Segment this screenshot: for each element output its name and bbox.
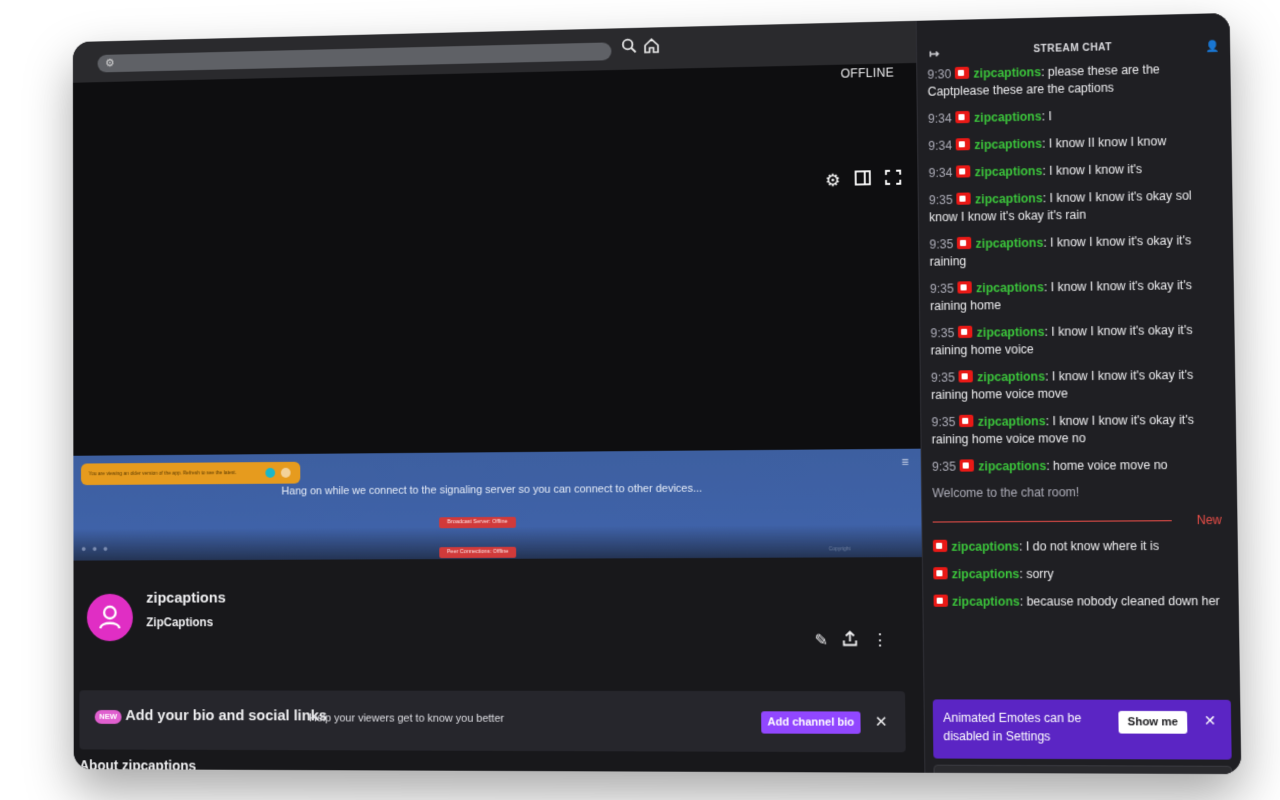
emote-banner-text: Animated Emotes can be disabled in Setti…: [943, 710, 1082, 744]
bio-prompt-help: Help your viewers get to know you better: [309, 712, 505, 725]
copyright-text: Copyright: [828, 546, 851, 553]
video-player[interactable]: OFFLINE You are viewing an older version…: [72, 62, 922, 561]
channel-name[interactable]: zipcaptions: [146, 590, 225, 607]
chat-message[interactable]: zipcaptions: sorry: [933, 565, 1225, 583]
channel-info-panel: zipcaptions ZipCaptions ✎ ⋮ NEW Add your…: [73, 557, 925, 774]
animated-emotes-banner: Animated Emotes can be disabled in Setti…: [932, 699, 1232, 760]
broadcaster-badge-icon: [959, 414, 974, 428]
broadcaster-badge-icon: [956, 192, 972, 205]
broadcaster-badge-icon: [958, 370, 974, 383]
embedded-app-frame: You are viewing an older version of the …: [73, 448, 922, 561]
broadcaster-badge-icon: [957, 236, 972, 250]
chat-message[interactable]: 9:35 zipcaptions: I know I know it's okay…: [929, 232, 1220, 271]
chat-message[interactable]: 9:35 zipcaptions: I know I know it's okay…: [930, 277, 1221, 316]
bio-prompt-card: NEW Add your bio and social links Help y…: [79, 690, 906, 753]
chat-input[interactable]: [933, 764, 1233, 775]
tune-icon[interactable]: ⚙: [105, 57, 114, 71]
chat-message[interactable]: 9:34 zipcaptions: I: [928, 105, 1218, 128]
hamburger-menu-icon[interactable]: ≡: [901, 455, 908, 469]
community-icon[interactable]: 👤: [1205, 40, 1220, 54]
address-bar[interactable]: ⚙: [97, 42, 612, 73]
chat-message[interactable]: zipcaptions: because nobody cleaned down…: [933, 593, 1226, 611]
broadcaster-badge-icon: [959, 459, 975, 472]
screenshot-stage: ⚙ _ ☐ ✕ OFFLINE You are viewing an older…: [0, 0, 1280, 800]
new-messages-divider: New: [932, 512, 1224, 529]
chat-message[interactable]: 9:30 zipcaptions: please these are the Ca…: [927, 60, 1217, 101]
chat-message[interactable]: 9:34 zipcaptions: I know I know it's: [929, 159, 1219, 182]
chat-message[interactable]: 9:34 zipcaptions: I know II know I know: [928, 132, 1218, 155]
close-icon[interactable]: ✕: [875, 713, 888, 731]
chat-title: STREAM CHAT: [1033, 42, 1112, 56]
social-icons: ●●●: [81, 543, 114, 554]
collapse-chat-icon[interactable]: ↦: [929, 46, 940, 60]
theatre-mode-icon[interactable]: [855, 170, 871, 190]
broadcast-status-pill: Broadcast Server: Offline: [439, 516, 516, 529]
stream-chat-panel: ↦ STREAM CHAT 👤 9:30 zipcaptions: please …: [915, 12, 1242, 775]
broadcaster-badge-icon: [958, 325, 973, 339]
broadcaster-badge-icon: [933, 567, 948, 580]
app-window: ⚙ _ ☐ ✕ OFFLINE You are viewing an older…: [72, 12, 1242, 775]
bio-prompt-title: Add your bio and social links: [125, 707, 327, 725]
broadcaster-badge-icon: [932, 539, 948, 552]
divider-line: [932, 520, 1172, 523]
add-channel-bio-button[interactable]: Add channel bio: [761, 711, 861, 734]
channel-actions: ✎ ⋮: [814, 630, 888, 651]
broadcaster-badge-icon: [933, 594, 948, 607]
refresh-icon[interactable]: [265, 467, 276, 478]
close-banner-icon[interactable]: [280, 467, 291, 478]
channel-display-name: ZipCaptions: [146, 615, 214, 630]
broadcaster-badge-icon: [956, 138, 971, 151]
broadcaster-badge-icon: [955, 110, 971, 124]
old-version-text: You are viewing an older version of the …: [88, 470, 237, 478]
player-controls: ⚙: [825, 170, 901, 192]
chat-message[interactable]: zipcaptions: I do not know where it is: [932, 537, 1224, 556]
chat-message-list: 9:30 zipcaptions: please these are the Ca…: [927, 60, 1225, 621]
new-label: New: [1196, 512, 1222, 528]
old-version-banner: You are viewing an older version of the …: [80, 461, 301, 486]
settings-gear-icon[interactable]: ⚙: [825, 171, 841, 191]
offline-status: OFFLINE: [840, 65, 895, 81]
edit-pencil-icon[interactable]: ✎: [814, 630, 829, 651]
show-me-button[interactable]: Show me: [1118, 710, 1188, 734]
chat-message[interactable]: 9:35 zipcaptions: I know I know it's okay…: [931, 411, 1222, 448]
fullscreen-icon[interactable]: [885, 170, 901, 190]
search-icon[interactable]: [621, 38, 637, 59]
broadcaster-badge-icon: [956, 165, 971, 178]
home-icon[interactable]: [643, 37, 660, 58]
chat-message[interactable]: 9:35 zipcaptions: home voice move no: [932, 456, 1223, 476]
peer-status-pill: Peer Connections: Offline: [439, 546, 517, 559]
about-heading: About zipcaptions: [79, 757, 197, 774]
more-options-icon[interactable]: ⋮: [872, 630, 889, 651]
chat-message[interactable]: 9:35 zipcaptions: I know I know it's okay…: [929, 187, 1219, 227]
broadcaster-badge-icon: [957, 281, 973, 294]
new-badge: NEW: [94, 710, 122, 724]
chat-message[interactable]: 9:35 zipcaptions: I know I know it's okay…: [931, 366, 1222, 404]
welcome-message: Welcome to the chat room!: [932, 485, 1080, 501]
broadcaster-badge-icon: [955, 66, 970, 80]
chat-message[interactable]: 9:35 zipcaptions: I know I know it's okay…: [930, 321, 1221, 359]
avatar[interactable]: [86, 593, 133, 642]
share-icon[interactable]: [842, 630, 857, 651]
close-icon[interactable]: ✕: [1204, 712, 1217, 730]
